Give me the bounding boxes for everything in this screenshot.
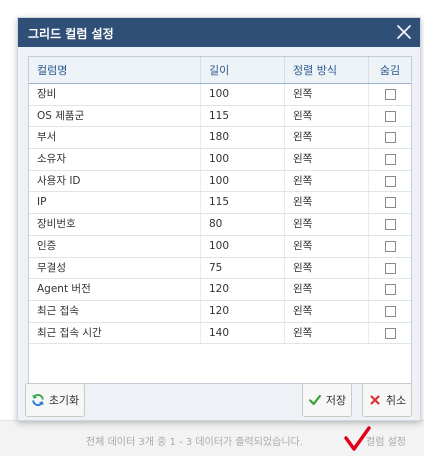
column-name-cell: Agent 버전 [29,279,201,300]
hidden-checkbox[interactable] [384,262,396,274]
dialog-footer: 초기화 저장 취소 [18,382,420,420]
column-align-cell[interactable]: 왼쪽 [285,279,369,300]
column-width-cell[interactable]: 100 [201,84,285,105]
hidden-cell [369,323,411,344]
column-width-cell[interactable]: 140 [201,322,285,344]
column-align-cell[interactable]: 왼쪽 [285,105,369,127]
save-button-label: 저장 [325,394,347,407]
check-icon [308,394,321,406]
column-header-hidden: 숨김 [379,64,401,77]
hidden-checkbox[interactable] [384,284,396,296]
red-check-annotation-icon [344,426,371,451]
column-name-cell: 최근 접속 시간 [29,322,201,344]
hidden-cell [369,149,411,170]
column-width-cell[interactable]: 100 [201,149,285,170]
hidden-cell [369,214,411,235]
column-align-cell[interactable]: 왼쪽 [285,235,369,257]
reset-button[interactable]: 초기화 [25,383,85,417]
cancel-button-label: 취소 [385,394,407,407]
save-button[interactable]: 저장 [302,383,352,417]
table-row: OS 제품군 115 왼쪽 [29,105,411,128]
column-name-cell: 인증 [29,235,201,257]
column-name-cell: 부서 [29,127,201,149]
column-width-cell[interactable]: 100 [201,235,285,257]
column-width-cell[interactable]: 100 [201,170,285,192]
table-row: 인증 100 왼쪽 [29,235,411,258]
hidden-cell [369,301,411,322]
grid-header-row: 컬럼명 길이 정렬 방식 숨김 [29,57,411,84]
column-align-cell[interactable]: 왼쪽 [285,322,369,344]
table-row: 소유자 100 왼쪽 [29,149,411,171]
table-row: 부서 180 왼쪽 [29,127,411,150]
column-header-name: 컬럼명 [29,57,201,83]
hidden-checkbox[interactable] [384,240,396,252]
dialog-header: 그리드 컬럼 설정 [18,18,420,47]
column-name-cell: 최근 접속 [29,300,201,322]
column-width-cell[interactable]: 180 [201,127,285,149]
close-icon[interactable] [394,22,414,42]
column-width-cell[interactable]: 75 [201,257,285,279]
column-align-cell[interactable]: 왼쪽 [285,214,369,235]
hidden-cell [369,106,411,127]
refresh-icon [32,393,44,407]
column-name-cell: 장비 [29,84,201,105]
reset-button-label: 초기화 [48,394,80,407]
column-align-cell[interactable]: 왼쪽 [285,127,369,149]
hidden-checkbox[interactable] [384,327,396,339]
cancel-button[interactable]: 취소 [362,383,412,417]
hidden-checkbox[interactable] [384,89,396,100]
table-row: IP 115 왼쪽 [29,192,411,215]
column-settings-link[interactable]: 컬럼 설정 [366,433,406,448]
column-align-cell[interactable]: 왼쪽 [285,170,369,192]
table-row: Agent 버전 120 왼쪽 [29,279,411,301]
hidden-cell [369,236,411,257]
grid-body: 장비 100 왼쪽 OS 제품군 115 왼쪽 부서 180 왼쪽 소유자 100 왼쪽 사용자 ID 1… [29,84,411,345]
hidden-cell [369,192,411,213]
column-name-cell: 소유자 [29,149,201,170]
column-align-cell[interactable]: 왼쪽 [285,149,369,170]
column-width-cell[interactable]: 120 [201,300,285,322]
table-row: 최근 접속 시간 140 왼쪽 [29,322,411,345]
hidden-checkbox[interactable] [384,110,396,122]
column-width-cell[interactable]: 80 [201,214,285,235]
hidden-cell [369,171,411,192]
column-name-cell: 무결성 [29,257,201,279]
column-name-cell: 장비번호 [29,214,201,235]
column-align-cell[interactable]: 왼쪽 [285,192,369,214]
hidden-checkbox[interactable] [384,175,396,187]
grid-column-settings-dialog: 그리드 컬럼 설정 컬럼명 길이 정렬 방식 숨김 장비 100 왼쪽 OS 제품군 1… [17,17,421,421]
x-icon [370,395,380,405]
column-width-cell[interactable]: 115 [201,192,285,214]
dialog-title: 그리드 컬럼 설정 [28,27,114,41]
table-row: 장비번호 80 왼쪽 [29,214,411,236]
table-row: 무결성 75 왼쪽 [29,257,411,280]
table-row: 최근 접속 120 왼쪽 [29,300,411,323]
column-name-cell: IP [29,192,201,214]
column-align-cell[interactable]: 왼쪽 [285,300,369,322]
column-name-cell: 사용자 ID [29,170,201,192]
column-header-width: 길이 [201,57,285,83]
footer-status-text: 전체 데이터 3개 중 1 - 3 데이터가 출력되었습니다. [86,437,303,448]
hidden-checkbox[interactable] [384,219,396,231]
hidden-cell [369,84,411,105]
hidden-cell [369,258,411,279]
column-settings-grid: 컬럼명 길이 정렬 방식 숨김 장비 100 왼쪽 OS 제품군 115 왼쪽 부서 180 왼… [28,56,412,384]
hidden-cell [369,127,411,148]
hidden-checkbox[interactable] [384,154,396,166]
column-width-cell[interactable]: 115 [201,105,285,127]
hidden-checkbox[interactable] [384,132,396,144]
column-align-cell[interactable]: 왼쪽 [285,257,369,279]
hidden-checkbox[interactable] [384,305,396,317]
table-row: 사용자 ID 100 왼쪽 [29,170,411,193]
column-align-cell[interactable]: 왼쪽 [285,84,369,105]
hidden-checkbox[interactable] [384,197,396,209]
column-name-cell: OS 제품군 [29,105,201,127]
table-row: 장비 100 왼쪽 [29,84,411,106]
column-width-cell[interactable]: 120 [201,279,285,300]
hidden-cell [369,279,411,300]
column-header-align: 정렬 방식 [285,57,369,83]
